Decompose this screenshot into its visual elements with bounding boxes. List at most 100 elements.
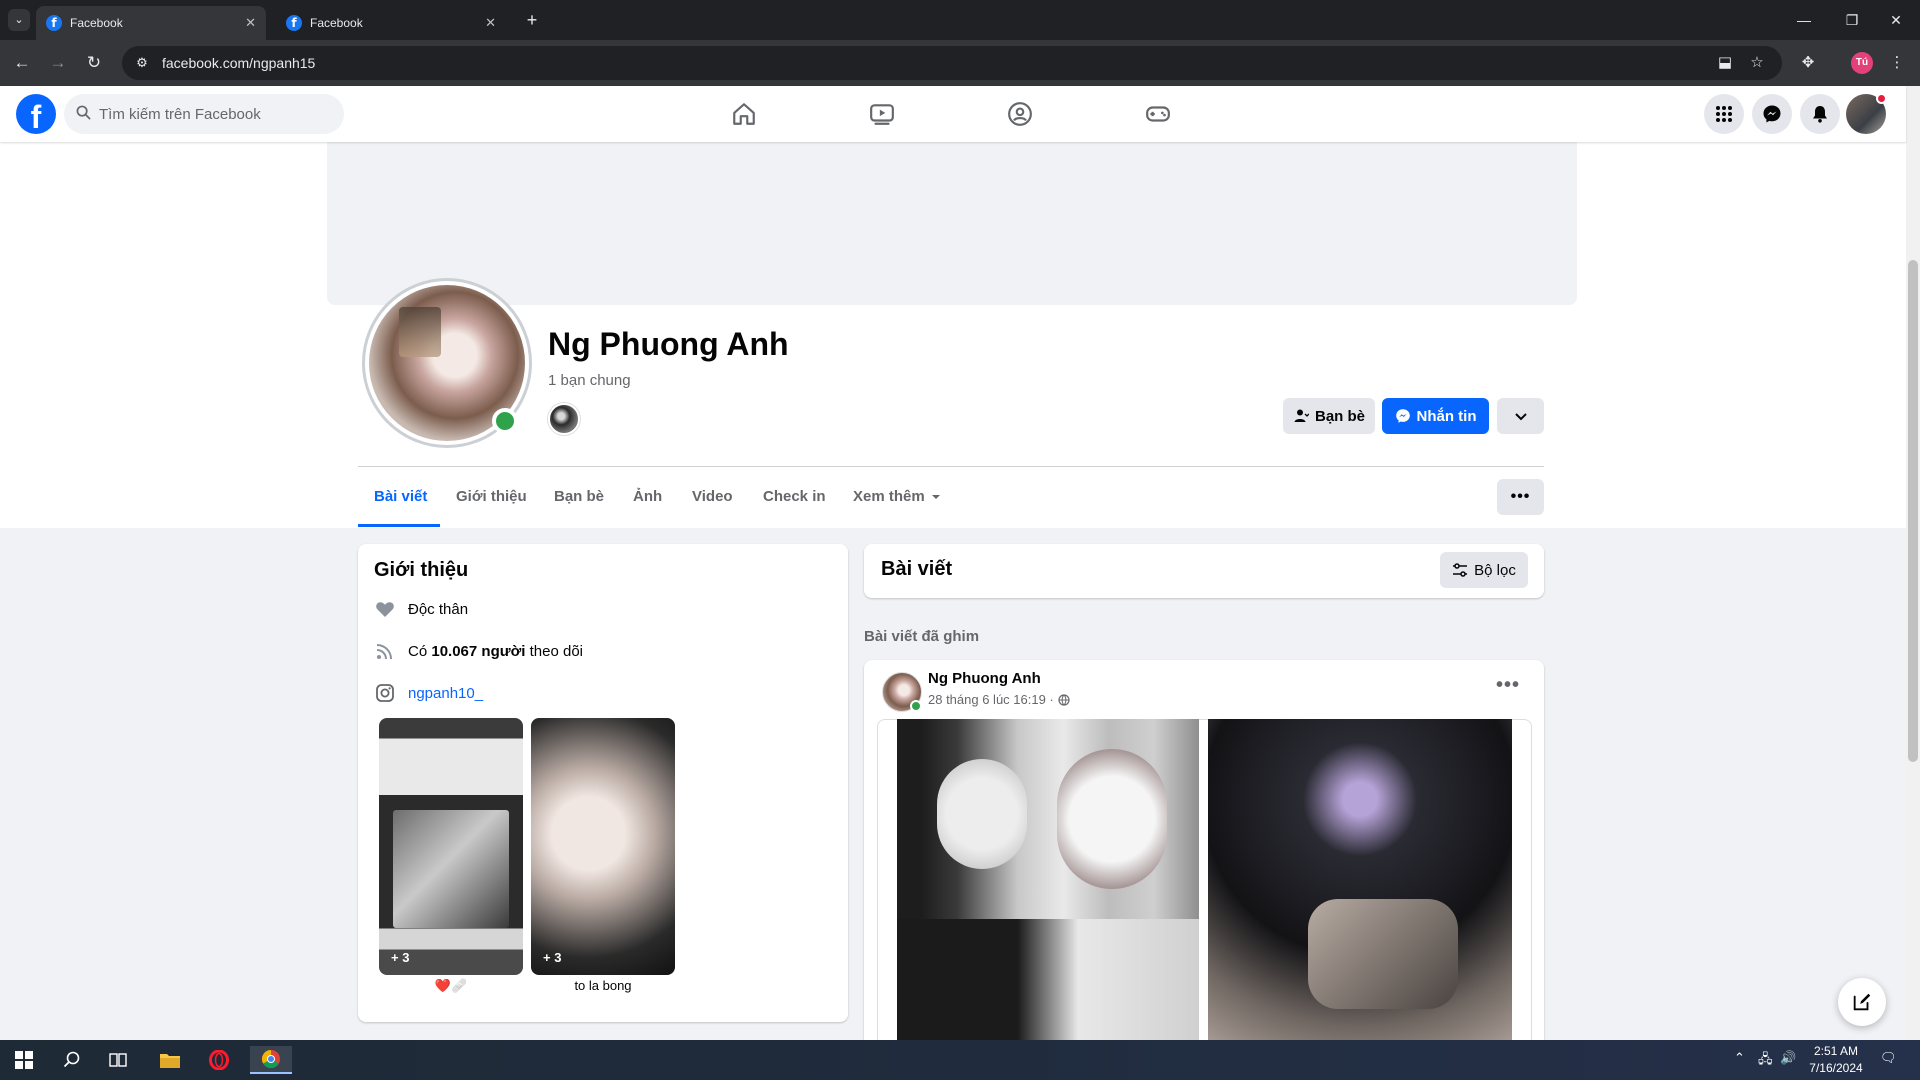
photo-subject-left bbox=[937, 759, 1027, 869]
menu-button[interactable] bbox=[1704, 94, 1744, 134]
restore-button[interactable]: ❐ bbox=[1840, 8, 1864, 32]
chrome-browser-button[interactable] bbox=[250, 1046, 292, 1074]
browser-profile-avatar[interactable]: Tú bbox=[1851, 52, 1873, 74]
taskbar-search-button[interactable] bbox=[54, 1046, 90, 1074]
browser-tab-facebook-1[interactable]: f Facebook ✕ bbox=[36, 6, 266, 40]
instagram-link[interactable]: ngpanh10_ bbox=[408, 685, 483, 702]
posts-title: Bài viết bbox=[881, 558, 953, 580]
new-tab-button[interactable]: + bbox=[521, 10, 543, 32]
windows-taskbar: ⌃ 🖧 🔊 2:51 AM 7/16/2024 🗨 bbox=[0, 1040, 1920, 1080]
task-view-icon bbox=[109, 1053, 127, 1067]
story-caption: ❤️🩹 bbox=[434, 978, 468, 993]
photo-subject-right bbox=[1057, 749, 1167, 889]
start-button[interactable] bbox=[6, 1046, 42, 1074]
cover-photo[interactable] bbox=[327, 142, 1577, 305]
tab-title: Facebook bbox=[310, 16, 363, 30]
browser-tab-bar: ⌄ f Facebook ✕ f Facebook ✕ + — ❐ ✕ bbox=[0, 0, 1920, 40]
notifications-button[interactable] bbox=[1800, 94, 1840, 134]
globe-public-icon bbox=[1058, 693, 1070, 706]
story-count: + 3 bbox=[543, 950, 562, 965]
post-author-name[interactable]: Ng Phuong Anh bbox=[928, 670, 1041, 687]
groups-icon bbox=[1008, 102, 1032, 126]
followers-count[interactable]: 10.067 người bbox=[431, 643, 525, 660]
post-photo-1[interactable] bbox=[897, 719, 1199, 1040]
browser-tab-facebook-2[interactable]: f Facebook ✕ bbox=[276, 6, 506, 40]
minimize-button[interactable]: — bbox=[1792, 8, 1816, 32]
heart-icon bbox=[374, 598, 396, 620]
tab-about[interactable]: Giới thiệu bbox=[456, 488, 527, 505]
facebook-logo[interactable]: f bbox=[16, 94, 56, 134]
filter-button[interactable]: Bộ lọc bbox=[1440, 552, 1528, 588]
post-time-text[interactable]: 28 tháng 6 lúc 16:19 · bbox=[928, 692, 1054, 707]
tab-see-more-label: Xem thêm bbox=[853, 488, 925, 505]
tab-see-more[interactable]: Xem thêm bbox=[853, 488, 941, 505]
profile-name: Ng Phuong Anh bbox=[548, 326, 789, 362]
profile-more-button[interactable]: ••• bbox=[1497, 479, 1544, 515]
post-photo-2[interactable] bbox=[1208, 719, 1512, 1040]
tab-search-button[interactable]: ⌄ bbox=[8, 9, 30, 31]
file-explorer-button[interactable] bbox=[152, 1046, 188, 1074]
tab-photos[interactable]: Ảnh bbox=[633, 488, 662, 505]
friends-button-label: Bạn bè bbox=[1314, 407, 1365, 425]
network-icon[interactable]: 🖧 bbox=[1758, 1050, 1773, 1072]
browser-menu-icon[interactable]: ⋮ bbox=[1886, 52, 1908, 74]
new-message-button[interactable] bbox=[1838, 978, 1886, 1026]
system-clock[interactable]: 2:51 AM 7/16/2024 bbox=[1800, 1043, 1872, 1077]
nav-gaming-button[interactable] bbox=[1140, 96, 1176, 132]
nav-video-button[interactable] bbox=[864, 96, 900, 132]
photo-hands bbox=[1308, 899, 1458, 1009]
task-view-button[interactable] bbox=[100, 1046, 136, 1074]
caret-down-icon bbox=[931, 494, 940, 499]
chevron-down-icon bbox=[1514, 413, 1527, 421]
tab-close-icon[interactable]: ✕ bbox=[485, 15, 496, 31]
profile-options-dropdown[interactable] bbox=[1497, 398, 1544, 434]
reload-button[interactable]: ↻ bbox=[82, 51, 106, 75]
message-button[interactable]: Nhắn tin bbox=[1382, 398, 1489, 434]
mutual-friends-link[interactable]: 1 bạn chung bbox=[548, 372, 631, 389]
install-app-icon[interactable]: ⬓ bbox=[1714, 52, 1736, 74]
show-hidden-icons-button[interactable]: ⌃ bbox=[1734, 1050, 1745, 1066]
message-button-label: Nhắn tin bbox=[1416, 407, 1477, 425]
address-bar[interactable]: ⚙ facebook.com/ngpanh15 bbox=[122, 46, 1782, 80]
search-icon bbox=[76, 105, 91, 124]
intro-followers: Có 10.067 người theo dõi bbox=[374, 640, 583, 662]
nav-home-button[interactable] bbox=[726, 96, 762, 132]
volume-icon[interactable]: 🔊 bbox=[1780, 1050, 1796, 1066]
post-options-icon[interactable]: ••• bbox=[1496, 674, 1520, 697]
notification-center-icon[interactable]: 🗨 bbox=[1880, 1050, 1897, 1066]
nav-groups-button[interactable] bbox=[1002, 96, 1038, 132]
extensions-icon[interactable]: ✥ bbox=[1797, 52, 1819, 74]
friends-button[interactable]: Bạn bè bbox=[1283, 398, 1375, 434]
bookmark-star-icon[interactable]: ☆ bbox=[1746, 52, 1768, 74]
tab-check-ins[interactable]: Check in bbox=[763, 488, 826, 505]
account-avatar[interactable] bbox=[1846, 93, 1887, 134]
home-icon bbox=[733, 103, 755, 125]
facebook-top-bar: f bbox=[0, 86, 1906, 142]
rss-followers-icon bbox=[374, 640, 396, 662]
site-info-icon[interactable]: ⚙ bbox=[134, 55, 150, 71]
search-box[interactable] bbox=[64, 94, 344, 134]
compose-edit-icon bbox=[1853, 993, 1871, 1011]
featured-story-2[interactable]: + 3 bbox=[531, 718, 675, 975]
page-scrollbar-thumb[interactable] bbox=[1908, 260, 1918, 762]
search-icon bbox=[63, 1051, 80, 1068]
grid-menu-icon bbox=[1716, 106, 1732, 122]
tab-posts[interactable]: Bài viết bbox=[374, 488, 427, 505]
filter-button-label: Bộ lọc bbox=[1474, 561, 1516, 579]
followers-text: Có 10.067 người theo dõi bbox=[408, 643, 583, 660]
close-window-button[interactable]: ✕ bbox=[1884, 8, 1908, 32]
story-thumbnail-image bbox=[393, 810, 509, 928]
featured-story-1[interactable]: + 3 bbox=[379, 718, 523, 975]
post-author-online-indicator bbox=[910, 700, 922, 712]
messenger-button[interactable] bbox=[1752, 94, 1792, 134]
opera-browser-button[interactable] bbox=[201, 1046, 237, 1074]
tab-videos[interactable]: Video bbox=[692, 488, 733, 505]
forward-button[interactable]: → bbox=[46, 51, 70, 75]
windows-logo-icon bbox=[15, 1051, 33, 1069]
tab-close-icon[interactable]: ✕ bbox=[245, 15, 256, 31]
tab-title: Facebook bbox=[70, 16, 123, 30]
tab-friends[interactable]: Bạn bè bbox=[554, 488, 604, 505]
mutual-friend-avatar[interactable] bbox=[548, 403, 580, 435]
search-input[interactable] bbox=[99, 105, 319, 123]
back-button[interactable]: ← bbox=[10, 51, 34, 75]
